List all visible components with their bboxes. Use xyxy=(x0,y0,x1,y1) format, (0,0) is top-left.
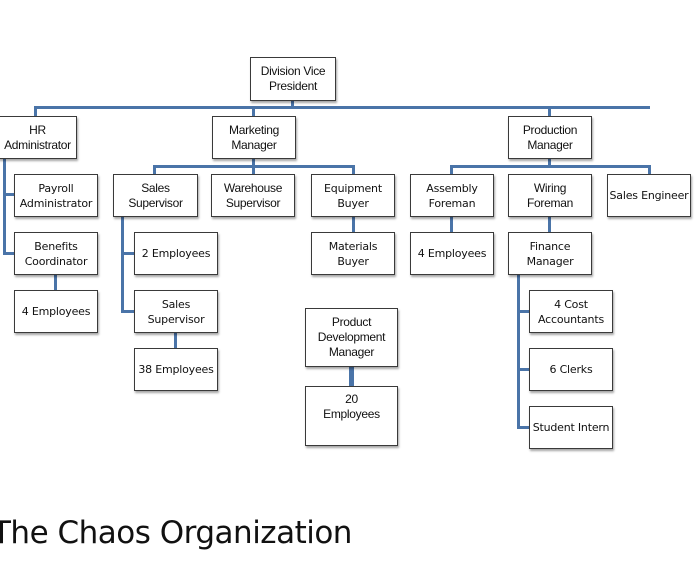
node-4-cost-accountants: 4 Cost Accountants xyxy=(529,290,613,333)
connector-sup2-38emp xyxy=(174,332,177,349)
connector-assembly-employees xyxy=(450,216,453,233)
node-sales-engineer: Sales Engineer xyxy=(607,174,691,217)
node-sales-38-employees: 38 Employees xyxy=(134,348,218,391)
connector-sales-sup2 xyxy=(121,310,135,313)
connector-level1-bar xyxy=(34,106,650,109)
node-materials-buyer: Materials Buyer xyxy=(311,232,395,275)
node-division-vice-president: Division Vice President xyxy=(250,57,336,101)
node-sales-supervisor: Sales Supervisor xyxy=(113,174,198,217)
node-student-intern: Student Intern xyxy=(529,406,613,449)
node-wiring-foreman: Wiring Foreman xyxy=(508,174,592,217)
node-equipment-buyer: Equipment Buyer xyxy=(311,174,395,217)
node-product-development-employees: 20 Employees xyxy=(305,386,398,446)
node-sales-supervisor-2: Sales Supervisor xyxy=(134,290,218,333)
connector-equipment-materials xyxy=(352,216,355,233)
connector-assembly-up xyxy=(450,165,453,174)
node-hr-4-employees: 4 Employees xyxy=(14,290,98,333)
connector-sales-spine xyxy=(121,216,124,313)
connector-hr-spine xyxy=(3,158,6,255)
node-assembly-4-employees: 4 Employees xyxy=(410,232,494,275)
connector-sales-up xyxy=(153,165,156,174)
connector-production-bar xyxy=(450,165,651,168)
connector-productdev-employees xyxy=(349,366,354,387)
node-payroll-administrator: Payroll Administrator xyxy=(14,174,98,217)
node-production-manager: Production Manager xyxy=(508,116,592,159)
node-sales-2-employees: 2 Employees xyxy=(134,232,218,275)
connector-equipment-up xyxy=(352,165,355,174)
connector-wiring-finance xyxy=(548,216,551,233)
node-warehouse-supervisor: Warehouse Supervisor xyxy=(211,174,295,217)
chart-title: The Chaos Organization xyxy=(0,515,352,551)
connector-benefits-employees xyxy=(54,274,57,291)
node-benefits-coordinator: Benefits Coordinator xyxy=(14,232,98,275)
node-assembly-foreman: Assembly Foreman xyxy=(410,174,494,217)
connector-warehouse-up xyxy=(252,165,255,174)
node-6-clerks: 6 Clerks xyxy=(529,348,613,391)
connector-salesengineer-up xyxy=(648,165,651,174)
connector-finance-spine xyxy=(517,274,520,429)
node-product-development-manager: Product Development Manager xyxy=(305,308,398,367)
node-marketing-manager: Marketing Manager xyxy=(212,116,296,159)
node-hr-administrator: HR Administrator xyxy=(0,116,77,159)
connector-sales-2emp xyxy=(121,252,135,255)
node-finance-manager: Finance Manager xyxy=(508,232,592,275)
